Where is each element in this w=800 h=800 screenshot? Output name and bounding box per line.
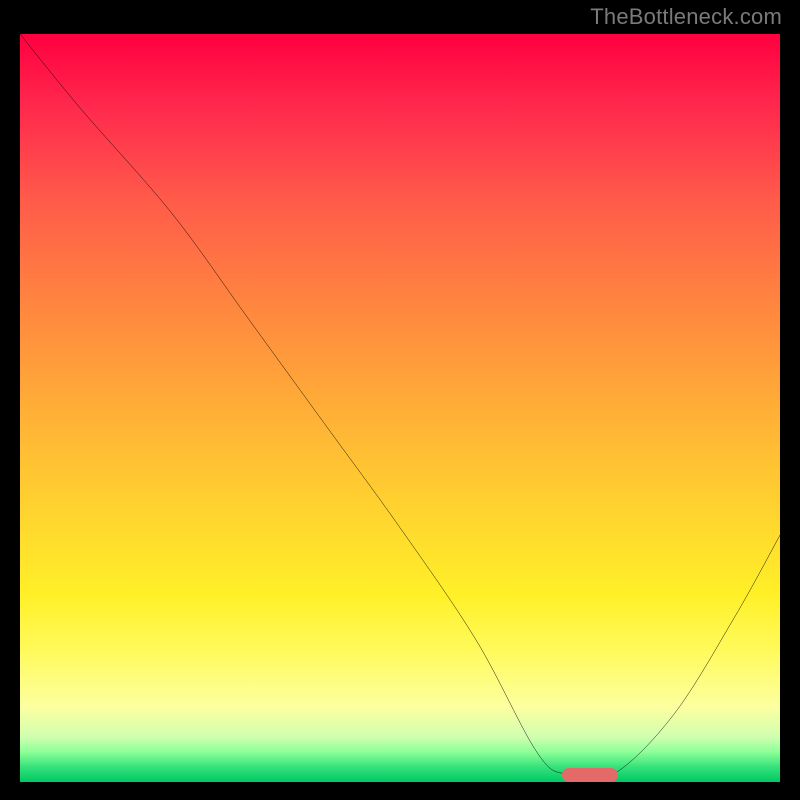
optimum-marker xyxy=(562,768,618,782)
watermark-text: TheBottleneck.com xyxy=(590,4,782,30)
curve-path xyxy=(20,34,780,780)
chart-curve xyxy=(20,34,780,782)
chart-frame xyxy=(16,30,784,786)
